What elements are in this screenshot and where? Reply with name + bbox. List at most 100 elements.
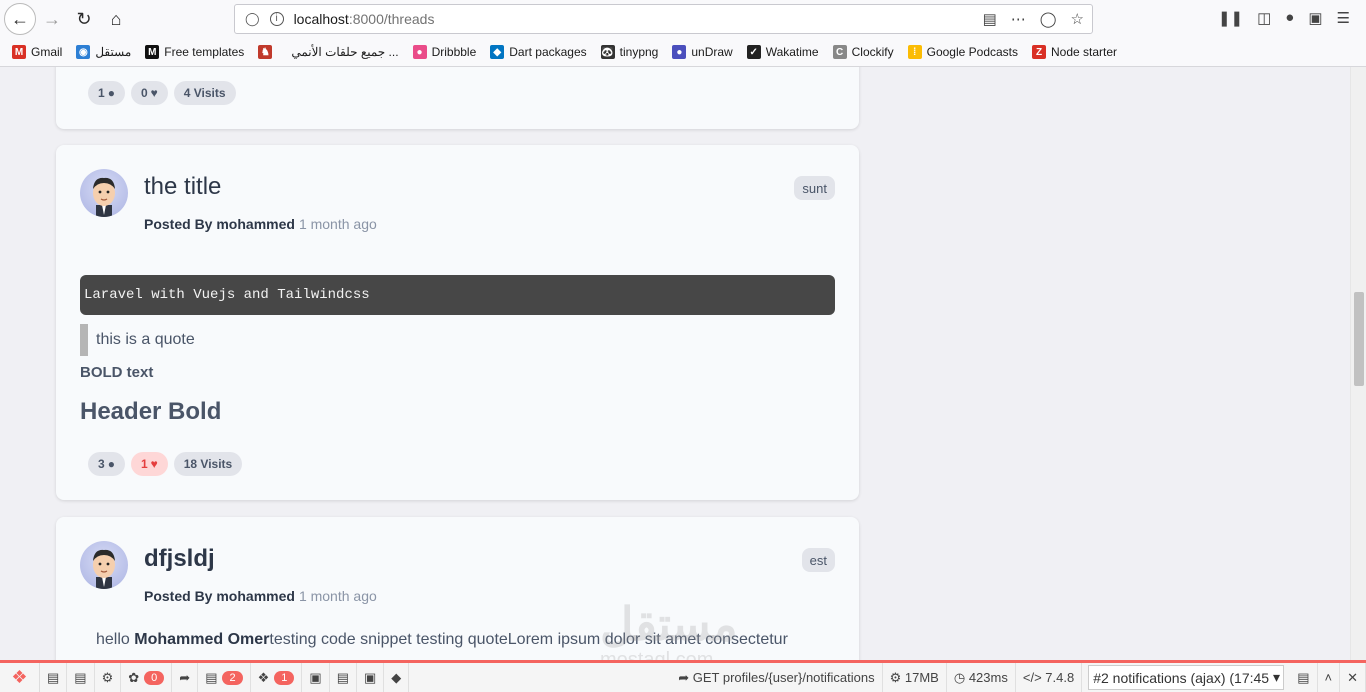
bookmark-item[interactable]: C Clockify xyxy=(832,45,894,59)
templates-icon: M xyxy=(145,45,160,59)
tinypng-icon: 🐼 xyxy=(600,45,615,59)
channel-tag[interactable]: sunt xyxy=(794,176,835,200)
bookmark-label: جميع حلقات الأنمي ... xyxy=(291,45,399,59)
bookmark-item[interactable]: ⁞ Google Podcasts xyxy=(907,45,1019,59)
visits-count: 18 Visits xyxy=(173,452,243,476)
posted-by[interactable]: Posted By mohammed xyxy=(144,588,295,604)
forward-button[interactable]: → xyxy=(36,3,68,35)
models-tab[interactable]: ❖ 1 xyxy=(251,663,303,692)
channel-tag[interactable]: est xyxy=(801,548,835,572)
extension-icon[interactable]: ▣ xyxy=(1308,9,1322,27)
queries-tab[interactable]: ▤ 2 xyxy=(198,663,251,692)
library-icon[interactable]: ❚❚ xyxy=(1218,9,1243,27)
bookmark-star-icon[interactable]: ☆ xyxy=(1071,10,1084,28)
session-tab[interactable]: ▣ xyxy=(357,663,385,692)
watermark-url: mostaql.com xyxy=(600,649,714,660)
visits-count: 4 Visits xyxy=(173,81,236,105)
laravel-logo-icon[interactable]: ❖ xyxy=(0,663,40,692)
bookmark-label: tinypng xyxy=(619,45,659,59)
bookmark-label: Dribbble xyxy=(431,45,477,59)
bookmark-item[interactable]: جميع حلقات الأنمي ... xyxy=(291,45,398,59)
mails-tab[interactable]: ▣ xyxy=(302,663,330,692)
posted-time: 1 month ago xyxy=(298,216,377,232)
bookmark-item[interactable]: ● Dribbble xyxy=(412,45,477,59)
thread-title[interactable]: dfjsldj xyxy=(144,545,215,573)
like-button[interactable]: 1 ♥ xyxy=(130,452,168,476)
bookmark-item[interactable]: M Gmail xyxy=(12,45,62,59)
bookmark-label: Wakatime xyxy=(765,45,819,59)
more-actions-icon[interactable]: ⋯ xyxy=(1011,10,1026,28)
reload-button[interactable]: ↻ xyxy=(68,3,100,35)
menu-icon[interactable]: ☰ xyxy=(1337,9,1350,27)
gate-tab[interactable]: ▤ xyxy=(330,663,357,692)
close-debugbar-button[interactable]: ✕ xyxy=(1340,663,1366,692)
scrollbar-thumb[interactable] xyxy=(1354,292,1364,386)
open-folder-button[interactable]: ▤ xyxy=(1290,663,1318,692)
timeline-tab[interactable]: ▤ xyxy=(67,663,95,692)
comment-icon: ● xyxy=(107,457,115,471)
home-button[interactable]: ⌂ xyxy=(100,3,132,35)
messages-tab[interactable]: ▤ xyxy=(40,663,68,692)
bookmark-item[interactable]: 🐼 tinypng xyxy=(600,45,659,59)
bookmarks-bar: M Gmail ◉ مستقل M Free templates ♞ جميع حلقات ا… xyxy=(0,38,1366,67)
blockquote: this is a quote xyxy=(80,324,195,356)
bookmark-item[interactable]: Z Node starter xyxy=(1032,45,1117,59)
info-icon[interactable]: i xyxy=(269,12,284,26)
minimize-button[interactable]: ˄ xyxy=(1318,663,1341,692)
back-button[interactable]: ← xyxy=(4,3,36,35)
exceptions-tab[interactable]: ⚙ xyxy=(95,663,122,692)
bug-icon: ⚙ xyxy=(101,669,114,685)
thread-meta: Posted By mohammed 1 month ago xyxy=(144,216,377,232)
address-bar[interactable]: ◯ i localhost:8000/threads ▤ ⋯ ◯ ☆ xyxy=(234,4,1093,34)
database-icon: ▤ xyxy=(205,669,218,685)
bookmark-item[interactable]: ♞ xyxy=(258,45,277,59)
comments-count[interactable]: 1 ● xyxy=(88,81,125,105)
request-tab[interactable]: ◆ xyxy=(384,663,410,692)
pocket-icon[interactable]: ◯ xyxy=(1040,10,1057,28)
reader-view-icon[interactable]: ▤ xyxy=(983,10,997,28)
bookmark-item[interactable]: M Free templates xyxy=(145,45,244,59)
thread-title[interactable]: the title xyxy=(144,173,221,201)
heart-icon: ♥ xyxy=(150,86,158,100)
account-icon[interactable]: ● xyxy=(1285,9,1294,27)
avatar[interactable] xyxy=(80,541,128,589)
podcasts-icon: ⁞ xyxy=(907,45,922,59)
php-version: </> 7.4.8 xyxy=(1016,663,1083,692)
posted-by[interactable]: Posted By mohammed xyxy=(144,216,295,232)
route-tab[interactable]: ➦ xyxy=(172,663,199,692)
comments-count[interactable]: 3 ● xyxy=(88,452,125,476)
inbox-icon: ▣ xyxy=(309,669,322,685)
request-info: ➦ GET profiles/{user}/notifications xyxy=(671,663,883,692)
clockify-icon: C xyxy=(832,45,847,59)
comment-icon: ● xyxy=(107,86,115,100)
dribbble-icon: ● xyxy=(412,45,427,59)
code-icon: </> xyxy=(1022,670,1046,685)
page-scrollbar[interactable] xyxy=(1350,67,1366,660)
shield-icon[interactable]: ◯ xyxy=(245,11,260,27)
bookmark-item[interactable]: ● unDraw xyxy=(672,45,733,59)
close-icon: ✕ xyxy=(1347,669,1358,685)
bookmark-item[interactable]: ◆ Dart packages xyxy=(490,45,587,59)
share-icon: ➦ xyxy=(678,669,693,685)
thread-stats: 1 ● 0 ♥ 4 Visits xyxy=(88,81,242,105)
url-host: localhost xyxy=(293,11,349,27)
bookmark-label: Node starter xyxy=(1051,45,1118,59)
bold-text: BOLD text xyxy=(80,364,154,381)
like-button[interactable]: 0 ♥ xyxy=(130,81,168,105)
dart-icon: ◆ xyxy=(490,45,505,59)
chevron-down-icon: ▾ xyxy=(1269,669,1280,685)
url-path: :8000/threads xyxy=(348,11,435,27)
bookmark-label: Google Podcasts xyxy=(926,45,1019,59)
tags-icon: ◆ xyxy=(391,669,402,685)
gmail-icon: M xyxy=(12,45,26,59)
views-tab[interactable]: ✿ 0 xyxy=(121,663,173,692)
dataset-select[interactable]: #2 notifications (ajax) (17:45 ▾ xyxy=(1088,665,1285,690)
bookmark-item[interactable]: ✓ Wakatime xyxy=(746,45,819,59)
sidebar-icon[interactable]: ◫ xyxy=(1257,9,1271,27)
bookmark-label: Gmail xyxy=(31,45,63,59)
bookmark-item[interactable]: ◉ مستقل xyxy=(76,45,131,59)
page-viewport: 1 ● 0 ♥ 4 Visits the title Posted By moham… xyxy=(0,67,1366,660)
timeline-icon: ▤ xyxy=(74,669,87,685)
avatar[interactable] xyxy=(80,169,128,217)
bookmark-label: Free templates xyxy=(164,45,245,59)
